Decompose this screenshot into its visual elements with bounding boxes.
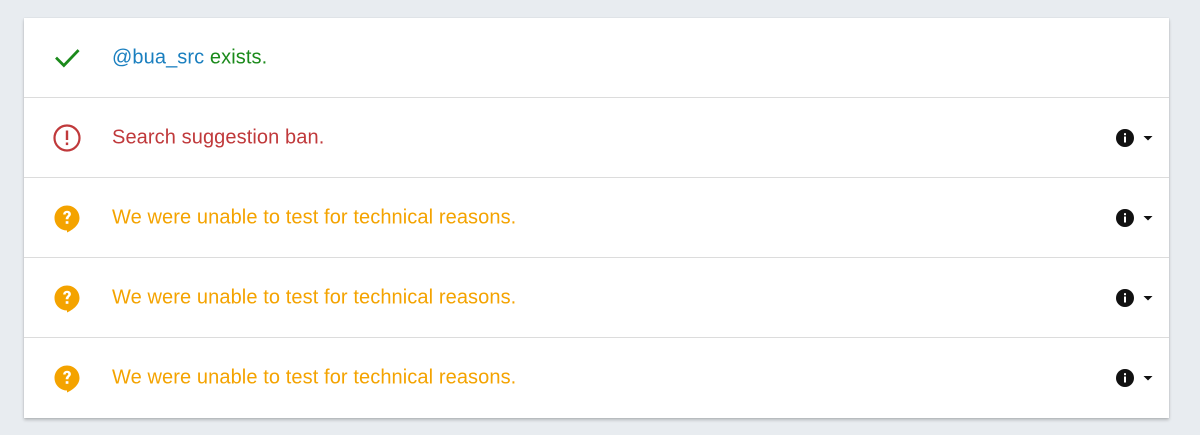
- question-bubble-icon: [52, 203, 82, 233]
- result-message: We were unable to test for technical rea…: [112, 366, 517, 389]
- result-row-unknown: We were unable to test for technical rea…: [24, 178, 1169, 258]
- info-icon[interactable]: [1115, 128, 1135, 148]
- caret-down-icon[interactable]: [1141, 371, 1155, 385]
- caret-down-icon[interactable]: [1141, 211, 1155, 225]
- caret-down-icon[interactable]: [1141, 131, 1155, 145]
- question-bubble-icon: [52, 363, 82, 393]
- result-message: We were unable to test for technical rea…: [112, 286, 517, 308]
- details-toggle[interactable]: [1115, 208, 1155, 228]
- alert-circle-icon: [52, 123, 82, 153]
- info-icon[interactable]: [1115, 368, 1135, 388]
- question-bubble-icon: [52, 283, 82, 313]
- details-toggle[interactable]: [1115, 368, 1155, 388]
- exists-text: exists.: [204, 46, 268, 68]
- info-icon[interactable]: [1115, 208, 1135, 228]
- result-row-search-suggestion-ban: Search suggestion ban.: [24, 98, 1169, 178]
- details-toggle[interactable]: [1115, 128, 1155, 148]
- info-icon[interactable]: [1115, 288, 1135, 308]
- result-message: Search suggestion ban.: [112, 126, 325, 148]
- result-message: We were unable to test for technical rea…: [112, 206, 517, 228]
- caret-down-icon[interactable]: [1141, 291, 1155, 305]
- result-row-unknown: We were unable to test for technical rea…: [24, 338, 1169, 418]
- details-toggle[interactable]: [1115, 288, 1155, 308]
- result-message: @bua_src exists.: [112, 46, 267, 69]
- results-card: @bua_src exists. Search suggestion ban.: [24, 18, 1169, 418]
- user-handle-link[interactable]: @bua_src: [112, 46, 204, 68]
- check-icon: [52, 43, 82, 73]
- result-row-exists: @bua_src exists.: [24, 18, 1169, 98]
- result-row-unknown: We were unable to test for technical rea…: [24, 258, 1169, 338]
